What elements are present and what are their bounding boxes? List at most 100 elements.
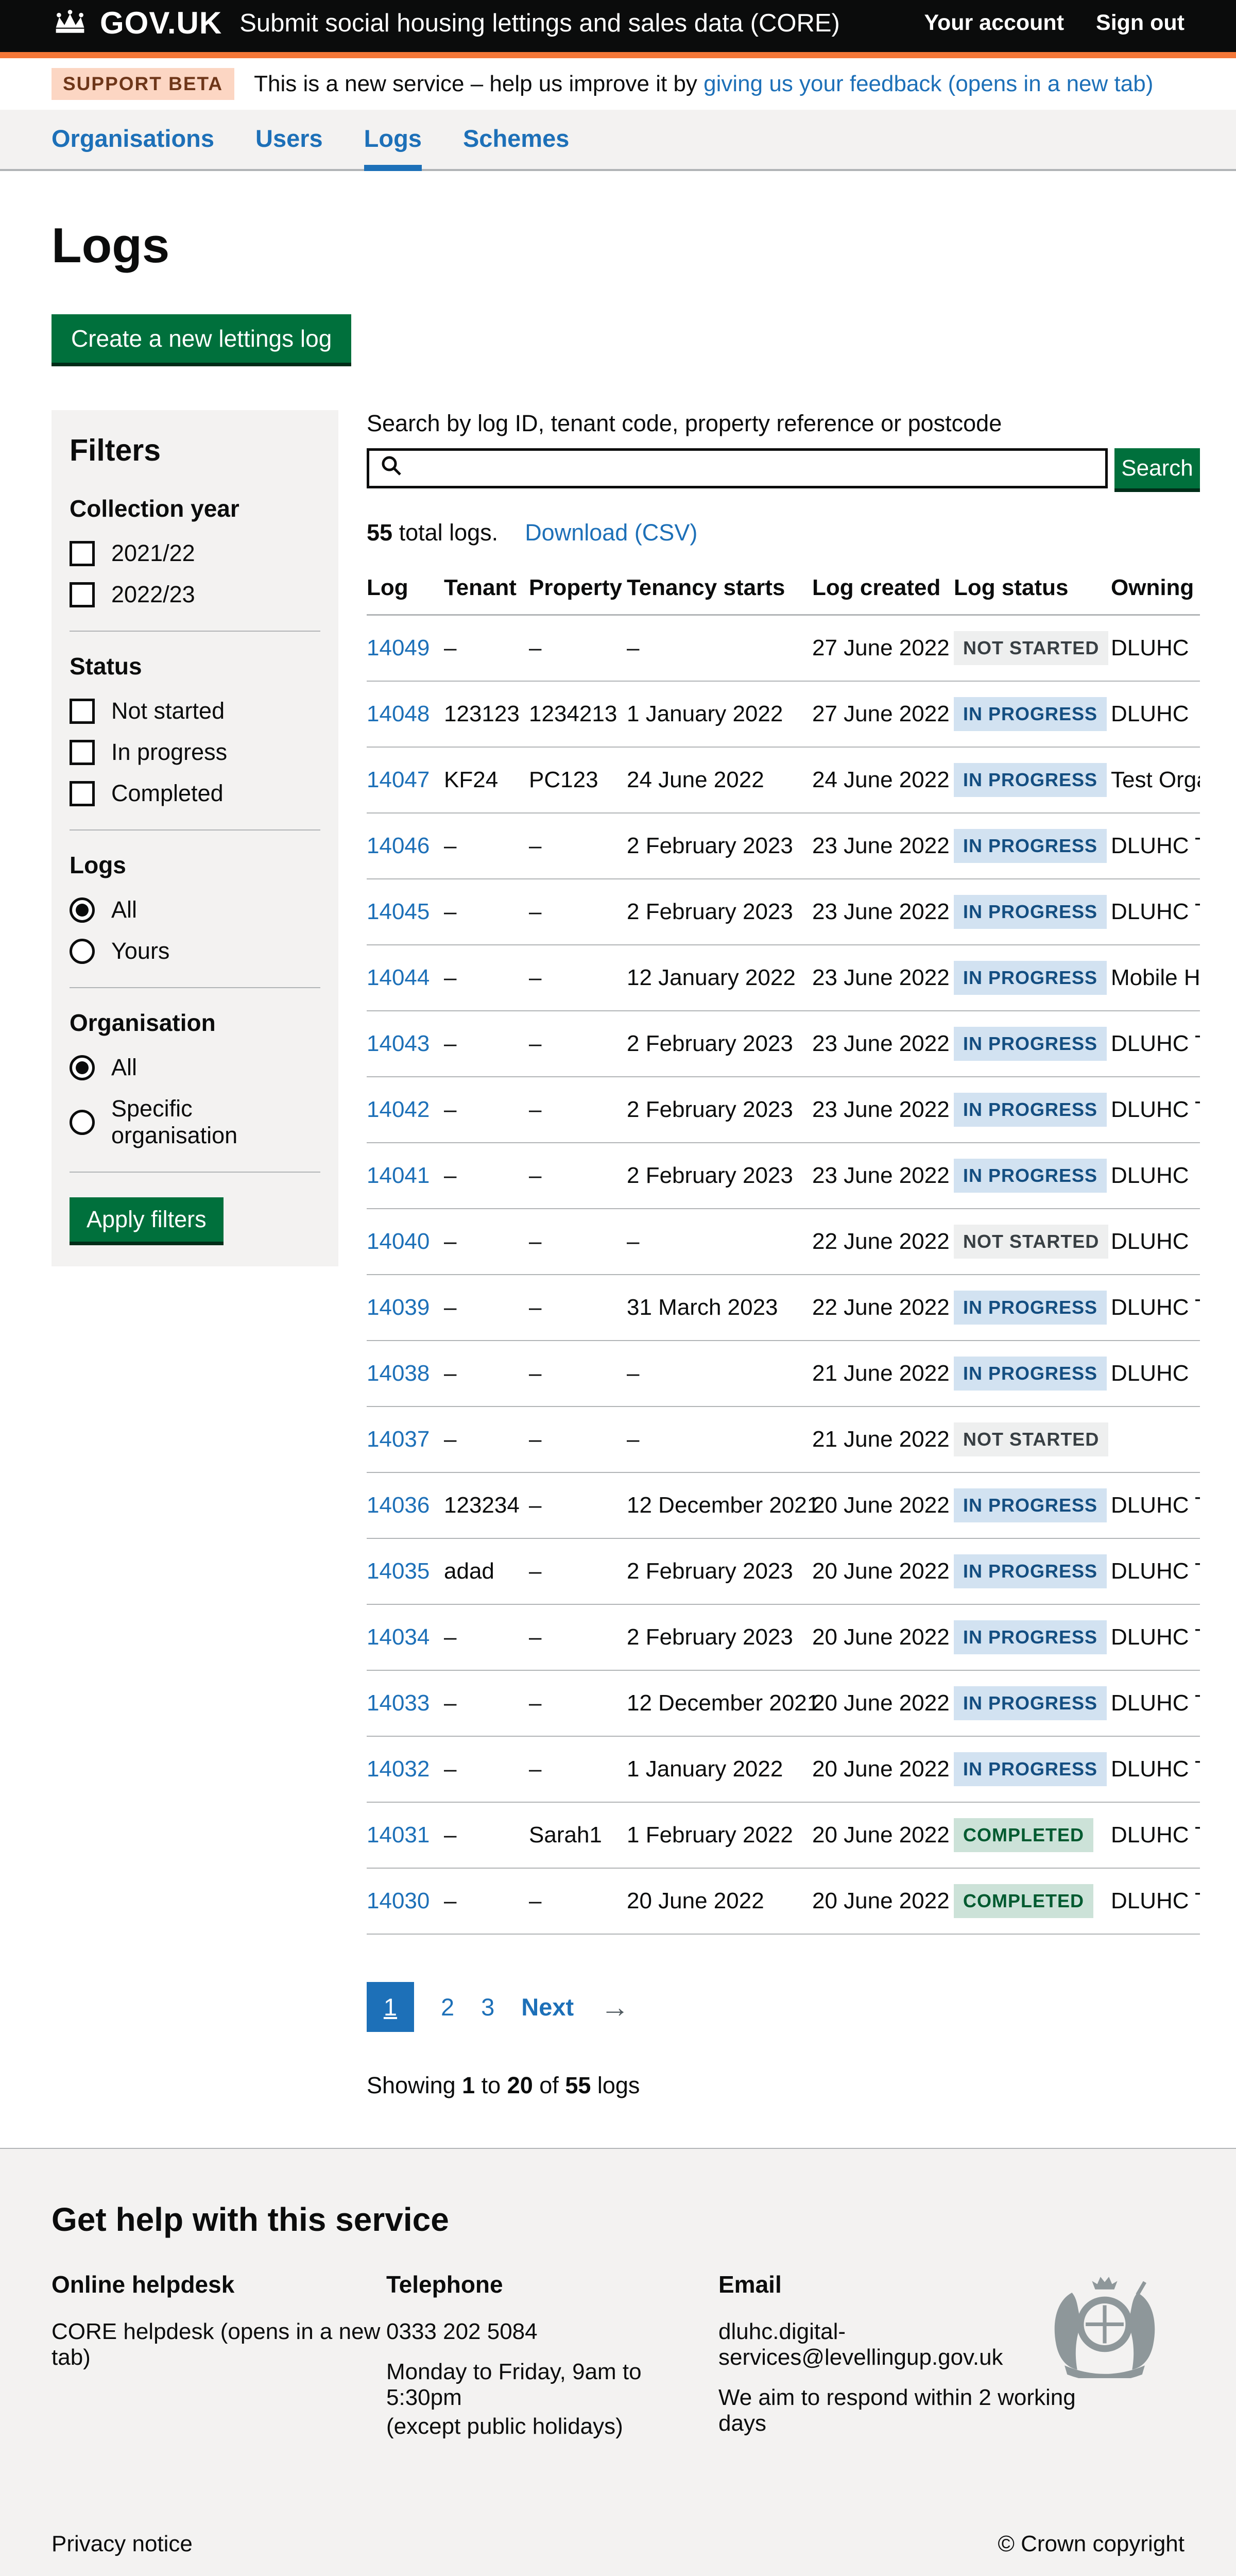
- log-id-link[interactable]: 14048: [367, 701, 430, 726]
- privacy-notice-link[interactable]: Privacy notice: [52, 2531, 193, 2557]
- log-created-cell: 23 June 2022: [812, 879, 954, 945]
- radio-label: All: [111, 896, 137, 923]
- download-csv-link[interactable]: Download (CSV): [525, 519, 697, 546]
- tenancy-starts-cell: 2 February 2023: [627, 813, 812, 879]
- log-id-link[interactable]: 14030: [367, 1888, 430, 1913]
- log-created-cell: 20 June 2022: [812, 1670, 954, 1736]
- property-cell: –: [529, 1670, 627, 1736]
- create-lettings-log-button[interactable]: Create a new lettings log: [52, 314, 351, 363]
- crown-copyright-link[interactable]: © Crown copyright: [998, 2531, 1184, 2557]
- log-id-link[interactable]: 14032: [367, 1756, 430, 1782]
- search-button[interactable]: Search: [1114, 448, 1200, 488]
- table-row: 14032––1 January 202220 June 2022IN PROG…: [367, 1736, 1200, 1802]
- log-id-link[interactable]: 14035: [367, 1558, 430, 1584]
- owning-organisation-cell: Mobile Housing: [1111, 945, 1200, 1011]
- checkbox-completed[interactable]: Completed: [70, 780, 320, 807]
- tenancy-starts-cell: 2 February 2023: [627, 1011, 812, 1077]
- log-id-link[interactable]: 14031: [367, 1822, 430, 1848]
- pagination-page-3[interactable]: 3: [481, 1993, 494, 2021]
- radio-icon[interactable]: [70, 1110, 95, 1135]
- table-row: 14045––2 February 202323 June 2022IN PRO…: [367, 879, 1200, 945]
- log-created-cell: 20 June 2022: [812, 1868, 954, 1934]
- status-badge: IN PROGRESS: [954, 1357, 1107, 1391]
- log-status-cell: NOT STARTED: [954, 615, 1111, 682]
- checkbox-not-started[interactable]: Not started: [70, 698, 320, 724]
- owning-organisation-cell: DLUHC Test: [1111, 1802, 1200, 1868]
- log-id-link[interactable]: 14037: [367, 1427, 430, 1452]
- checkbox-icon[interactable]: [70, 740, 95, 765]
- checkbox-in-progress[interactable]: In progress: [70, 739, 320, 766]
- checkbox-icon[interactable]: [70, 699, 95, 724]
- checkbox-icon[interactable]: [70, 582, 95, 607]
- phase-banner-text: This is a new service – help us improve …: [254, 71, 1153, 97]
- log-id-link[interactable]: 14047: [367, 767, 430, 792]
- tenancy-starts-cell: 1 February 2022: [627, 1802, 812, 1868]
- nav-item-schemes[interactable]: Schemes: [463, 110, 569, 171]
- checkbox-2021-22[interactable]: 2021/22: [70, 540, 320, 567]
- radio-logs-yours[interactable]: Yours: [70, 938, 320, 964]
- log-id-link[interactable]: 14046: [367, 833, 430, 858]
- filters-panel: Filters Collection year 2021/22 2022/23 …: [52, 410, 338, 1266]
- tenancy-starts-cell: 31 March 2023: [627, 1275, 812, 1341]
- log-cell: 14045: [367, 879, 444, 945]
- nav-item-users[interactable]: Users: [255, 110, 323, 171]
- log-created-cell: 20 June 2022: [812, 1736, 954, 1802]
- radio-icon-selected[interactable]: [70, 1055, 95, 1080]
- nav-item-organisations[interactable]: Organisations: [52, 110, 214, 171]
- tenancy-starts-cell: 2 February 2023: [627, 1077, 812, 1143]
- tenant-cell: –: [444, 1802, 529, 1868]
- table-row: 14039––31 March 202322 June 2022IN PROGR…: [367, 1275, 1200, 1341]
- apply-filters-button[interactable]: Apply filters: [70, 1197, 224, 1242]
- radio-logs-all[interactable]: All: [70, 896, 320, 923]
- log-id-link[interactable]: 14044: [367, 965, 430, 990]
- pagination-next-link[interactable]: Next: [521, 1993, 574, 2021]
- log-id-link[interactable]: 14049: [367, 635, 430, 660]
- sign-out-link[interactable]: Sign out: [1096, 10, 1184, 36]
- telephone-hours: Monday to Friday, 9am to 5:30pm: [386, 2359, 718, 2411]
- log-id-link[interactable]: 14042: [367, 1097, 430, 1122]
- log-id-link[interactable]: 14038: [367, 1361, 430, 1386]
- nav-item-logs[interactable]: Logs: [364, 110, 422, 171]
- tenancy-starts-cell: 12 December 2021: [627, 1472, 812, 1538]
- col-header-owning-organisation: Owning organisation: [1111, 575, 1200, 615]
- search-input[interactable]: [411, 451, 1095, 486]
- log-id-link[interactable]: 14043: [367, 1031, 430, 1056]
- log-status-cell: IN PROGRESS: [954, 747, 1111, 813]
- your-account-link[interactable]: Your account: [924, 10, 1064, 36]
- radio-icon-selected[interactable]: [70, 897, 95, 923]
- radio-organisation-all[interactable]: All: [70, 1054, 320, 1081]
- checkbox-icon[interactable]: [70, 781, 95, 806]
- logs-table: Log Tenant Property Tenancy starts Log c…: [367, 575, 1200, 1935]
- log-id-link[interactable]: 14033: [367, 1690, 430, 1716]
- col-header-log: Log: [367, 575, 444, 615]
- checkbox-2022-23[interactable]: 2022/23: [70, 581, 320, 608]
- table-row: 14037–––21 June 2022NOT STARTED: [367, 1406, 1200, 1472]
- email-link[interactable]: dluhc.digital-services@levellingup.gov.u…: [718, 2319, 1003, 2370]
- log-id-link[interactable]: 14041: [367, 1163, 430, 1188]
- radio-icon[interactable]: [70, 939, 95, 964]
- log-id-link[interactable]: 14045: [367, 899, 430, 924]
- pagination-page-2[interactable]: 2: [441, 1993, 454, 2021]
- govuk-logo[interactable]: GOV.UK: [100, 5, 222, 41]
- core-helpdesk-link[interactable]: CORE helpdesk (opens in a new tab): [52, 2319, 380, 2370]
- log-id-link[interactable]: 14039: [367, 1295, 430, 1320]
- status-badge: IN PROGRESS: [954, 1686, 1107, 1720]
- log-id-link[interactable]: 14036: [367, 1493, 430, 1518]
- log-id-link[interactable]: 14034: [367, 1624, 430, 1650]
- primary-navigation: Organisations Users Logs Schemes: [0, 110, 1236, 171]
- checkbox-icon[interactable]: [70, 541, 95, 566]
- service-name-link[interactable]: Submit social housing lettings and sales…: [239, 9, 840, 38]
- table-row: 14049–––27 June 2022NOT STARTEDDLUHC: [367, 615, 1200, 682]
- tenant-cell: –: [444, 879, 529, 945]
- log-cell: 14031: [367, 1802, 444, 1868]
- status-badge: COMPLETED: [954, 1884, 1093, 1918]
- status-badge: IN PROGRESS: [954, 1291, 1107, 1325]
- log-id-link[interactable]: 14040: [367, 1229, 430, 1254]
- owning-organisation-cell: DLUHC Test: [1111, 1670, 1200, 1736]
- radio-organisation-specific[interactable]: Specific organisation: [70, 1095, 320, 1149]
- feedback-link[interactable]: giving us your feedback (opens in a new …: [703, 71, 1153, 96]
- tenancy-starts-cell: 20 June 2022: [627, 1868, 812, 1934]
- property-cell: –: [529, 1868, 627, 1934]
- pagination-current-page[interactable]: 1: [367, 1982, 414, 2032]
- log-status-cell: IN PROGRESS: [954, 1077, 1111, 1143]
